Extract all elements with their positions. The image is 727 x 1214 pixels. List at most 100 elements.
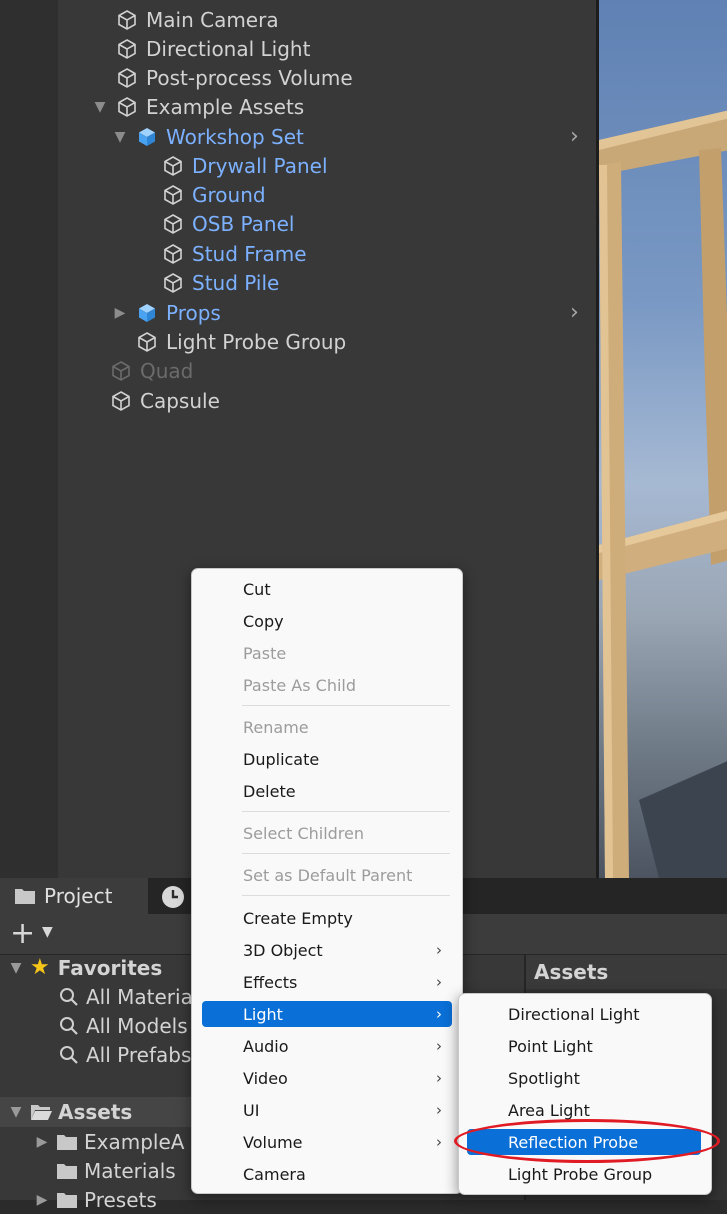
expand-arrow-icon[interactable]: ▼	[6, 960, 26, 976]
hierarchy-item-osb-panel[interactable]: OSB Panel	[136, 209, 294, 238]
favorites-folder[interactable]: ▼ ★ Favorites	[6, 953, 163, 982]
submenu-item-point-light[interactable]: Point Light	[467, 1033, 701, 1059]
menu-item-3d-object[interactable]: 3D Object ›	[202, 937, 452, 963]
favorites-label: Favorites	[57, 955, 163, 980]
menu-item-label: Effects	[243, 972, 298, 992]
folder-example-assets[interactable]: ▶ ExampleA	[32, 1127, 185, 1156]
menu-item-volume[interactable]: Volume ›	[202, 1129, 452, 1155]
search-icon	[60, 1045, 78, 1064]
menu-item-label: Light	[243, 1004, 283, 1024]
hierarchy-item-capsule[interactable]: Capsule	[84, 386, 220, 415]
assets-folder[interactable]: ▼ Assets	[6, 1097, 133, 1126]
chevron-right-icon[interactable]: ›	[570, 302, 586, 324]
menu-item-label: Camera	[243, 1164, 306, 1184]
folder-label: ExampleA	[84, 1129, 185, 1154]
hierarchy-item-label: Props	[166, 300, 221, 325]
menu-item-label: Audio	[243, 1036, 289, 1056]
menu-item-label: Paste As Child	[243, 675, 356, 695]
stud-frame-render	[599, 110, 727, 878]
chevron-right-icon[interactable]: ›	[570, 126, 586, 148]
hierarchy-item-ground[interactable]: Ground	[136, 180, 266, 209]
hierarchy-item-label: Stud Frame	[192, 241, 307, 266]
hierarchy-item-stud-pile[interactable]: Stud Pile	[136, 268, 279, 297]
favorite-all-models[interactable]: All Models	[58, 1011, 188, 1040]
hierarchy-item-label: Quad	[140, 358, 194, 383]
submenu-item-reflection-probe[interactable]: Reflection Probe	[467, 1129, 701, 1155]
tab-project-label: Project	[44, 884, 113, 908]
search-icon	[60, 987, 78, 1006]
cube-outline-icon	[164, 184, 182, 205]
menu-item-set-as-default-parent[interactable]: Set as Default Parent	[202, 862, 452, 888]
hierarchy-item-directional-light[interactable]: Directional Light	[90, 34, 310, 63]
cube-outline-icon	[118, 9, 136, 30]
submenu-item-label: Point Light	[508, 1036, 593, 1056]
menu-item-light[interactable]: Light ›	[202, 1001, 452, 1027]
tab-project[interactable]: Project	[0, 878, 148, 914]
hierarchy-gutter	[0, 0, 58, 878]
submenu-item-label: Directional Light	[508, 1004, 640, 1024]
collapse-arrow-icon[interactable]: ▶	[32, 1134, 52, 1150]
menu-item-create-empty[interactable]: Create Empty	[202, 905, 452, 931]
menu-item-paste[interactable]: Paste	[202, 640, 452, 666]
hierarchy-item-label: Drywall Panel	[192, 153, 328, 178]
chevron-right-icon: ›	[436, 941, 442, 959]
menu-item-delete[interactable]: Delete	[202, 778, 452, 804]
expand-arrow-icon[interactable]: ▼	[110, 127, 130, 147]
hierarchy-item-light-probe-group[interactable]: Light Probe Group	[110, 327, 346, 356]
menu-item-paste-as-child[interactable]: Paste As Child	[202, 672, 452, 698]
hierarchy-item-props[interactable]: ▶ Props	[110, 298, 221, 327]
submenu-item-area-light[interactable]: Area Light	[467, 1097, 701, 1123]
assets-label: Assets	[58, 1099, 133, 1124]
menu-item-camera[interactable]: Camera	[202, 1161, 452, 1187]
menu-item-label: Volume	[243, 1132, 303, 1152]
scene-view[interactable]	[596, 0, 727, 878]
hierarchy-item-workshop-set[interactable]: ▼ Workshop Set	[110, 122, 304, 151]
favorite-label: All Prefabs	[86, 1042, 192, 1067]
history-clock-icon[interactable]	[160, 884, 186, 910]
cube-outline-icon	[118, 38, 136, 59]
menu-item-video[interactable]: Video ›	[202, 1065, 452, 1091]
menu-item-audio[interactable]: Audio ›	[202, 1033, 452, 1059]
open-folder-icon	[31, 1104, 52, 1120]
cube-outline-icon	[164, 213, 182, 234]
submenu-item-label: Area Light	[508, 1100, 590, 1120]
hierarchy-item-label: Stud Pile	[192, 270, 280, 295]
chevron-right-icon: ›	[436, 1069, 442, 1087]
menu-item-label: Video	[243, 1068, 288, 1088]
menu-item-select-children[interactable]: Select Children	[202, 820, 452, 846]
menu-item-duplicate[interactable]: Duplicate	[202, 746, 452, 772]
dropdown-caret-icon[interactable]: ▼	[42, 924, 53, 940]
submenu-item-directional-light[interactable]: Directional Light	[467, 1001, 701, 1027]
add-create-button[interactable]: +	[10, 919, 35, 949]
menu-item-rename[interactable]: Rename	[202, 714, 452, 740]
favorite-all-prefabs[interactable]: All Prefabs	[58, 1040, 191, 1069]
submenu-item-light-probe-group[interactable]: Light Probe Group	[467, 1161, 701, 1187]
menu-separator	[242, 811, 450, 812]
folder-materials[interactable]: Materials	[32, 1156, 176, 1185]
collapse-arrow-icon[interactable]: ▶	[110, 303, 130, 323]
favorite-all-materials[interactable]: All Materia	[58, 982, 193, 1011]
submenu-item-spotlight[interactable]: Spotlight	[467, 1065, 701, 1091]
hierarchy-item-drywall-panel[interactable]: Drywall Panel	[136, 151, 328, 180]
hierarchy-item-example-assets[interactable]: ▼ Example Assets	[90, 92, 305, 121]
menu-item-label: Cut	[243, 579, 271, 599]
menu-separator	[242, 895, 450, 896]
menu-item-effects[interactable]: Effects ›	[202, 969, 452, 995]
hierarchy-item-quad[interactable]: Quad	[84, 356, 193, 385]
hierarchy-item-main-camera[interactable]: Main Camera	[90, 5, 279, 34]
expand-arrow-icon[interactable]: ▼	[6, 1104, 26, 1120]
hierarchy-item-post-process-volume[interactable]: Post-process Volume	[90, 63, 353, 92]
menu-item-cut[interactable]: Cut	[202, 576, 452, 602]
hierarchy-item-stud-frame[interactable]: Stud Frame	[136, 239, 307, 268]
prefab-cube-icon	[139, 127, 155, 146]
expand-arrow-icon[interactable]: ▼	[90, 97, 110, 117]
menu-item-copy[interactable]: Copy	[202, 608, 452, 634]
menu-item-ui[interactable]: UI ›	[202, 1097, 452, 1123]
assets-breadcrumb-header: Assets	[524, 955, 727, 989]
